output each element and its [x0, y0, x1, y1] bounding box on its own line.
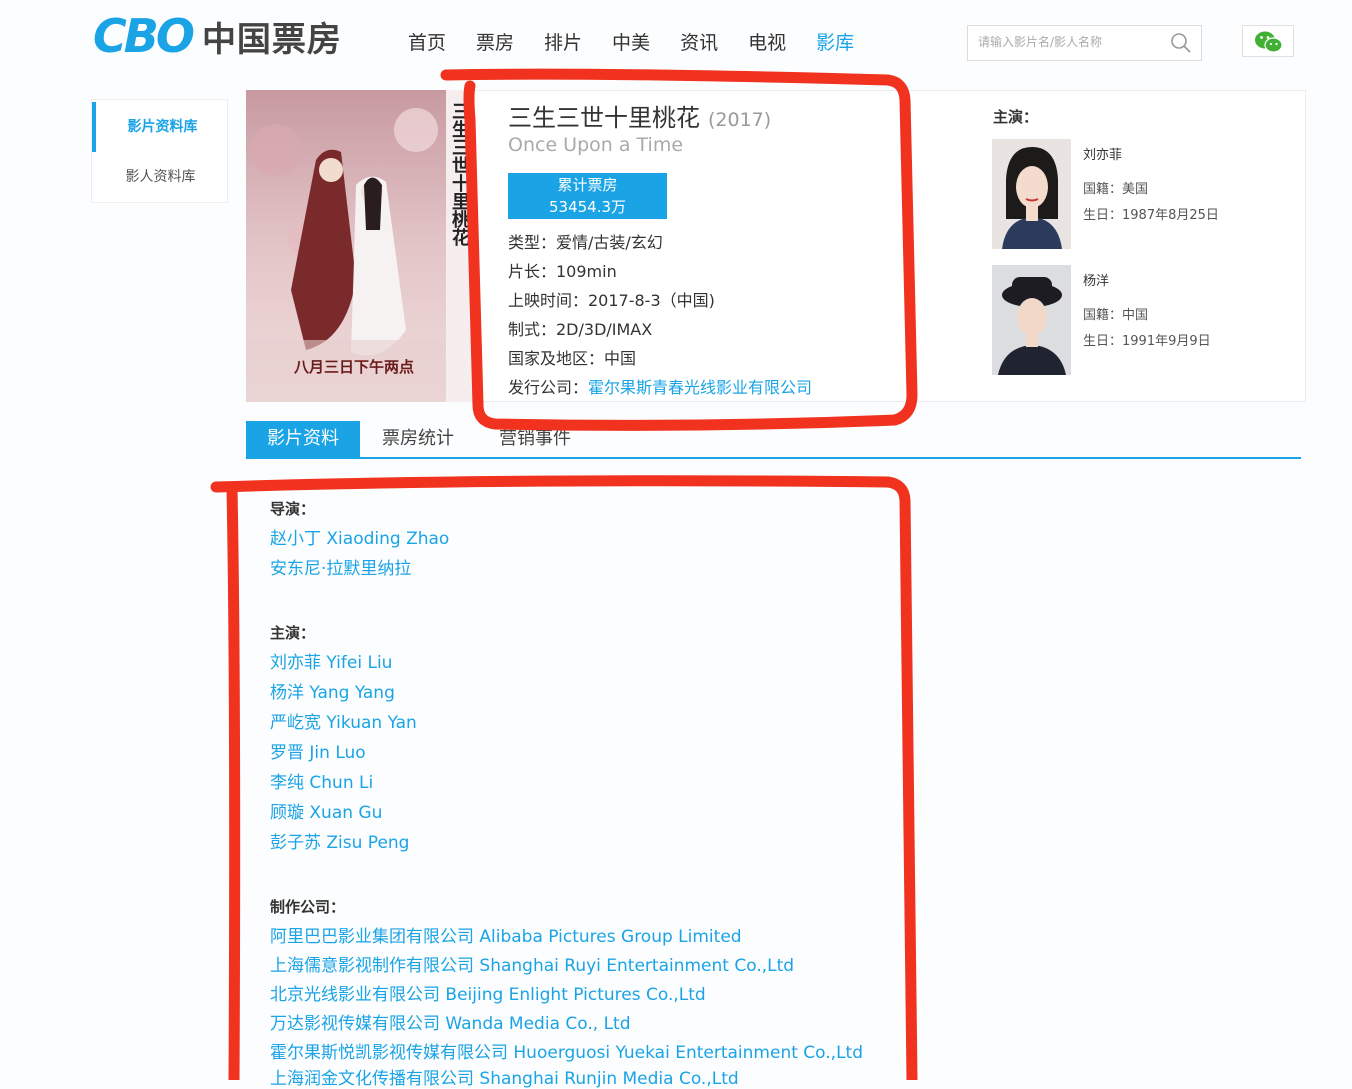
- search-icon[interactable]: [1169, 31, 1193, 55]
- nav-schedule[interactable]: 排片: [544, 28, 582, 55]
- wechat-button[interactable]: [1242, 25, 1294, 57]
- actor-photo[interactable]: [992, 265, 1071, 375]
- directors-title: 导演：: [270, 500, 316, 518]
- tab-marketing-events[interactable]: 营销事件: [499, 421, 571, 457]
- tab-box-office-stats[interactable]: 票房统计: [382, 421, 454, 457]
- main-nav: 首页 票房 排片 中美 资讯 电视 影库: [408, 28, 884, 55]
- logo-text: 中国票房: [201, 19, 342, 60]
- movie-region: 国家及地区：中国: [508, 349, 637, 368]
- logo-mark: CBO: [93, 9, 195, 63]
- star-link[interactable]: 李纯 Chun Li: [270, 768, 373, 793]
- actor-photo[interactable]: [992, 139, 1071, 249]
- movie-year: (2017): [708, 109, 772, 131]
- nav-film-library[interactable]: 影库: [816, 28, 854, 55]
- nav-home[interactable]: 首页: [408, 28, 446, 55]
- producer-link[interactable]: 北京光线影业有限公司 Beijing Enlight Pictures Co.,…: [270, 980, 706, 1005]
- poster-caption: 八月三日下午两点: [294, 358, 415, 376]
- movie-title-en: Once Upon a Time: [508, 134, 684, 156]
- distributor-label: 发行公司：: [508, 378, 589, 397]
- actor-name[interactable]: 刘亦菲: [1083, 144, 1122, 163]
- movie-runtime: 片长：109min: [508, 262, 617, 281]
- stars-title: 主演：: [270, 624, 316, 642]
- distributor-link[interactable]: 霍尔果斯青春光线影业有限公司: [588, 378, 812, 397]
- nav-tv[interactable]: 电视: [748, 28, 786, 55]
- director-link[interactable]: 安东尼·拉默里纳拉: [270, 554, 411, 579]
- movie-format: 制式：2D/3D/IMAX: [508, 320, 653, 339]
- search-box: [967, 25, 1202, 61]
- movie-title-cn: 三生三世十里桃花: [508, 104, 700, 132]
- movie-title: 三生三世十里桃花 (2017): [508, 98, 771, 133]
- producer-link[interactable]: 阿里巴巴影业集团有限公司 Alibaba Pictures Group Limi…: [270, 922, 742, 947]
- movie-release: 上映时间：2017-8-3（中国): [508, 291, 715, 310]
- producer-link[interactable]: 霍尔果斯悦凯影视传媒有限公司 Huoerguosi Yuekai Enterta…: [270, 1038, 863, 1063]
- actor-name[interactable]: 杨洋: [1083, 270, 1109, 289]
- star-link[interactable]: 严屹宽 Yikuan Yan: [270, 708, 417, 733]
- director-link[interactable]: 赵小丁 Xiaoding Zhao: [270, 524, 449, 549]
- poster-title: 三生三世十里桃花: [449, 102, 470, 246]
- star-link[interactable]: 罗晋 Jin Luo: [270, 738, 366, 763]
- site-logo[interactable]: CBO 中国票房: [93, 9, 342, 63]
- star-link[interactable]: 彭子苏 Zisu Peng: [270, 828, 409, 853]
- side-item-people-db[interactable]: 影人资料库: [92, 152, 229, 202]
- movie-distributor: 发行公司：霍尔果斯青春光线影业有限公司: [508, 374, 812, 398]
- side-item-film-db[interactable]: 影片资料库: [92, 102, 229, 152]
- actor-card[interactable]: 杨洋 国籍：中国 生日：1991年9月9日: [992, 265, 1292, 375]
- nav-china-us[interactable]: 中美: [612, 28, 650, 55]
- nav-news[interactable]: 资讯: [680, 28, 718, 55]
- actor-nationality: 国籍：中国: [1083, 308, 1149, 323]
- star-link[interactable]: 杨洋 Yang Yang: [270, 678, 395, 703]
- actor-nationality: 国籍：美国: [1083, 182, 1149, 197]
- side-menu: 影片资料库 影人资料库: [91, 99, 228, 203]
- actor-card[interactable]: 刘亦菲 国籍：美国 生日：1987年8月25日: [992, 139, 1292, 249]
- producers-title: 制作公司：: [270, 898, 346, 916]
- producer-link[interactable]: 万达影视传媒有限公司 Wanda Media Co., Ltd: [270, 1009, 631, 1034]
- box-office-button[interactable]: 累计票房 53454.3万: [508, 173, 667, 219]
- cast-heading: 主演：: [993, 108, 1039, 126]
- producer-link[interactable]: 上海儒意影视制作有限公司 Shanghai Ruyi Entertainment…: [270, 951, 794, 976]
- tab-film-info[interactable]: 影片资料: [246, 421, 360, 457]
- movie-poster: 三生三世十里桃花 八月三日下午两点: [246, 90, 474, 402]
- annotation-box-details-left: [226, 482, 241, 1080]
- star-link[interactable]: 顾璇 Xuan Gu: [270, 798, 382, 823]
- box-office-value: 53454.3万: [548, 198, 627, 216]
- star-link[interactable]: 刘亦菲 Yifei Liu: [270, 648, 392, 673]
- search-input[interactable]: [976, 34, 1160, 50]
- actor-birthday: 生日：1991年9月9日: [1083, 334, 1211, 349]
- wechat-icon: [1255, 31, 1283, 53]
- producer-link[interactable]: 上海润金文化传播有限公司 Shanghai Runjin Media Co.,L…: [270, 1064, 739, 1089]
- box-office-label: 累计票房: [557, 176, 618, 194]
- actor-birthday: 生日：1987年8月25日: [1083, 208, 1219, 223]
- movie-genre: 类型：爱情/古装/玄幻: [508, 233, 663, 252]
- nav-box-office[interactable]: 票房: [476, 28, 514, 55]
- detail-tabs: 影片资料 票房统计 营销事件: [246, 421, 1301, 459]
